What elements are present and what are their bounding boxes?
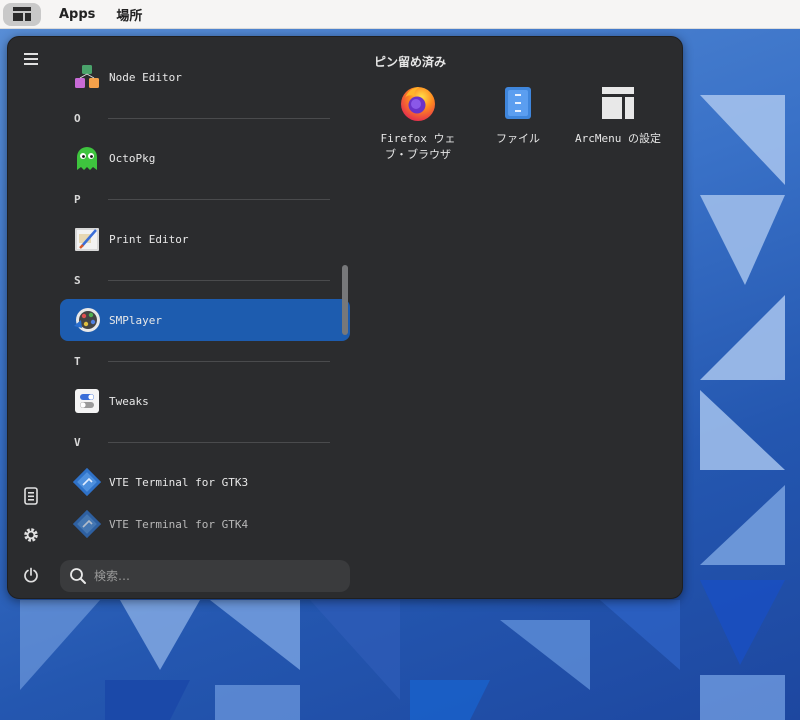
search-box[interactable]	[60, 560, 350, 592]
vte-terminal-icon	[73, 510, 101, 538]
app-item-label: VTE Terminal for GTK3	[109, 475, 249, 489]
app-item-tweaks[interactable]: Tweaks	[60, 380, 350, 422]
document-icon	[24, 487, 38, 505]
app-item-octopkg[interactable]: OctoPkg	[60, 137, 350, 179]
app-list-scrollbar[interactable]	[342, 265, 348, 335]
app-item-smplayer[interactable]: SMPlayer	[60, 299, 350, 341]
app-item-print-editor[interactable]: Print Editor	[60, 218, 350, 260]
firefox-icon	[398, 83, 438, 123]
smplayer-icon	[73, 306, 101, 334]
gear-icon	[24, 528, 38, 542]
app-item-vte-gtk3[interactable]: VTE Terminal for GTK3	[60, 461, 350, 503]
pinned-label: ファイル	[496, 132, 540, 145]
app-item-label: Print Editor	[109, 232, 189, 246]
pinned-files[interactable]: ファイル	[470, 81, 566, 171]
software-button[interactable]	[19, 484, 43, 508]
section-header-p: P	[60, 189, 340, 209]
app-item-label: VTE Terminal for GTK4	[109, 517, 249, 531]
app-item-label: Node Editor	[109, 70, 182, 84]
settings-button[interactable]	[19, 523, 43, 547]
pinned-label: Firefox ウェブ・ブラウザ	[380, 132, 456, 161]
pinned-firefox[interactable]: Firefox ウェブ・ブラウザ	[370, 81, 466, 171]
power-button[interactable]	[19, 563, 43, 587]
node-editor-icon	[73, 63, 101, 91]
files-icon	[498, 83, 538, 123]
arcmenu-popup: Node Editor O OctoPkg P Print Editor S S…	[7, 36, 683, 599]
top-panel: Apps 場所	[0, 0, 800, 29]
apps-menu[interactable]: Apps	[56, 7, 98, 22]
power-icon	[24, 567, 38, 583]
app-item-vte-gtk4[interactable]: VTE Terminal for GTK4	[60, 503, 350, 545]
section-header-o: O	[60, 108, 340, 128]
hamburger-button[interactable]	[19, 47, 43, 71]
search-input[interactable]	[94, 569, 324, 583]
app-item-label: Tweaks	[109, 394, 149, 408]
menu-side-rail	[8, 37, 54, 598]
arcmenu-settings-icon	[598, 83, 638, 123]
octopkg-ghost-icon	[73, 144, 101, 172]
section-header-s: S	[60, 270, 340, 290]
app-item-node-editor[interactable]: Node Editor	[60, 56, 350, 98]
print-editor-icon	[73, 225, 101, 253]
arcmenu-button[interactable]	[3, 2, 41, 26]
tweaks-icon	[73, 387, 101, 415]
app-item-label: SMPlayer	[109, 313, 162, 327]
app-list[interactable]: Node Editor O OctoPkg P Print Editor S S…	[60, 51, 350, 561]
section-header-v: V	[60, 432, 340, 452]
pinned-arcmenu-settings[interactable]: ArcMenu の設定	[570, 81, 666, 171]
section-header-t: T	[60, 351, 340, 371]
hamburger-icon	[24, 53, 38, 65]
app-item-label: OctoPkg	[109, 151, 156, 165]
vte-terminal-icon	[73, 468, 101, 496]
pinned-title: ピン留め済み	[374, 55, 447, 69]
pinned-label: ArcMenu の設定	[575, 132, 661, 145]
layout-icon	[13, 7, 31, 21]
search-icon	[70, 568, 86, 584]
places-menu[interactable]: 場所	[113, 5, 145, 24]
